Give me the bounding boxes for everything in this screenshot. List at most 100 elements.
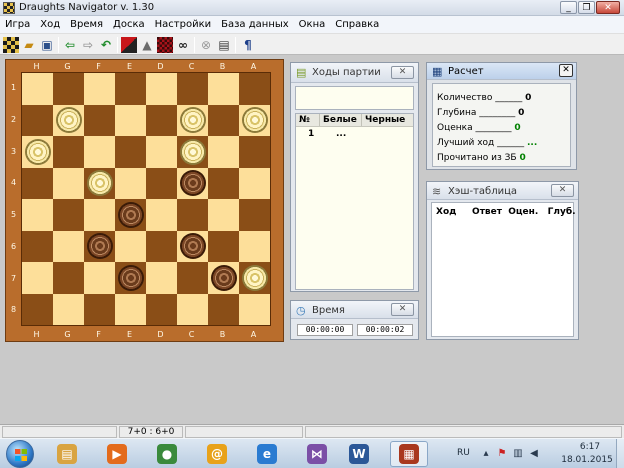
board-square[interactable] xyxy=(22,293,53,325)
forward-icon[interactable]: ⇨ xyxy=(80,37,96,53)
menu-windows[interactable]: Окна xyxy=(294,17,331,33)
board-square[interactable] xyxy=(146,199,177,231)
start-button[interactable] xyxy=(6,440,34,468)
taskbar-media-player[interactable]: ▶ xyxy=(98,441,136,467)
board-square[interactable] xyxy=(177,136,208,168)
board-square[interactable] xyxy=(84,230,115,262)
board-square[interactable] xyxy=(208,73,239,105)
board-square[interactable] xyxy=(208,167,239,199)
taskbar-word[interactable]: W xyxy=(340,441,378,467)
board-square[interactable] xyxy=(53,104,84,136)
white-piece[interactable] xyxy=(179,107,206,134)
time-panel-close-button[interactable]: ✕ xyxy=(391,303,414,316)
close-button[interactable]: ✕ xyxy=(596,1,620,14)
board-square[interactable] xyxy=(177,230,208,262)
board-square[interactable] xyxy=(239,230,270,262)
taskbar-internet-explorer[interactable]: e xyxy=(248,441,286,467)
board-square[interactable] xyxy=(84,262,115,294)
taskbar-visual-studio[interactable]: ⋈ xyxy=(298,441,336,467)
menu-help[interactable]: Справка xyxy=(330,17,384,33)
board-square[interactable] xyxy=(146,262,177,294)
taskbar-mail-agent[interactable]: @ xyxy=(198,441,236,467)
board-square[interactable] xyxy=(22,167,53,199)
board-square[interactable] xyxy=(208,230,239,262)
board-square[interactable] xyxy=(53,262,84,294)
board-square[interactable] xyxy=(208,293,239,325)
board-square[interactable] xyxy=(22,199,53,231)
white-piece[interactable] xyxy=(241,264,268,291)
board-square[interactable] xyxy=(53,293,84,325)
board-square[interactable] xyxy=(115,73,146,105)
board-square[interactable] xyxy=(84,167,115,199)
board-square[interactable] xyxy=(208,136,239,168)
black-piece[interactable] xyxy=(210,264,237,291)
board-square[interactable] xyxy=(146,230,177,262)
black-piece[interactable] xyxy=(86,233,113,260)
white-piece[interactable] xyxy=(179,138,206,165)
white-piece[interactable] xyxy=(24,138,51,165)
board-square[interactable] xyxy=(239,167,270,199)
board-square[interactable] xyxy=(115,136,146,168)
binoculars-icon[interactable]: ∞ xyxy=(175,37,191,53)
board-square[interactable] xyxy=(115,104,146,136)
new-game-icon[interactable] xyxy=(3,37,19,53)
board-square[interactable] xyxy=(115,167,146,199)
undo-icon[interactable]: ↶ xyxy=(98,37,114,53)
checkers-board[interactable] xyxy=(21,72,271,326)
board-square[interactable] xyxy=(239,262,270,294)
board-square[interactable] xyxy=(22,73,53,105)
black-piece[interactable] xyxy=(179,233,206,260)
save-icon[interactable]: ▣ xyxy=(39,37,55,53)
stop-icon[interactable]: ⊗ xyxy=(198,37,214,53)
board-square[interactable] xyxy=(22,136,53,168)
menu-board[interactable]: Доска xyxy=(108,17,150,33)
board-square[interactable] xyxy=(146,136,177,168)
board-square[interactable] xyxy=(53,199,84,231)
taskbar-draughts-navigator[interactable]: ▦ xyxy=(390,441,428,467)
menu-game[interactable]: Игра xyxy=(0,17,35,33)
clock-date[interactable]: 18.01.2015 xyxy=(560,455,614,465)
board-square[interactable] xyxy=(84,104,115,136)
board-square[interactable] xyxy=(84,293,115,325)
board-square[interactable] xyxy=(146,73,177,105)
board-square[interactable] xyxy=(84,136,115,168)
menu-move[interactable]: Ход xyxy=(35,17,65,33)
board-square[interactable] xyxy=(146,293,177,325)
move-comment-area[interactable] xyxy=(295,86,414,110)
board-square[interactable] xyxy=(53,167,84,199)
network-icon[interactable]: ▥ xyxy=(512,448,524,460)
table-row[interactable]: 1 ... xyxy=(296,128,413,141)
taskbar-chrome[interactable]: ● xyxy=(148,441,186,467)
board-square[interactable] xyxy=(146,104,177,136)
menu-database[interactable]: База данных xyxy=(216,17,294,33)
board-square[interactable] xyxy=(239,136,270,168)
board-square[interactable] xyxy=(177,167,208,199)
board-square[interactable] xyxy=(84,73,115,105)
board-square[interactable] xyxy=(239,199,270,231)
board-square[interactable] xyxy=(115,262,146,294)
board-square[interactable] xyxy=(115,199,146,231)
moves-panel-close-button[interactable]: ✕ xyxy=(391,66,414,79)
show-desktop-button[interactable] xyxy=(616,439,624,468)
board-square[interactable] xyxy=(22,230,53,262)
white-piece[interactable] xyxy=(241,107,268,134)
black-piece[interactable] xyxy=(117,201,144,228)
white-piece[interactable] xyxy=(86,170,113,197)
tray-overflow-icon[interactable]: ▴ xyxy=(480,448,492,460)
board-square[interactable] xyxy=(208,262,239,294)
board-square[interactable] xyxy=(177,104,208,136)
board-flip-icon[interactable] xyxy=(121,37,137,53)
board-square[interactable] xyxy=(84,199,115,231)
board-square[interactable] xyxy=(115,293,146,325)
volume-icon[interactable]: ◀ xyxy=(528,448,540,460)
menu-time[interactable]: Время xyxy=(65,17,108,33)
board-square[interactable] xyxy=(115,230,146,262)
board-square[interactable] xyxy=(53,73,84,105)
black-piece[interactable] xyxy=(117,264,144,291)
board-square[interactable] xyxy=(177,73,208,105)
taskbar-explorer[interactable]: ▤ xyxy=(48,441,86,467)
board-square[interactable] xyxy=(208,199,239,231)
board-square[interactable] xyxy=(22,262,53,294)
board-square[interactable] xyxy=(177,199,208,231)
board-square[interactable] xyxy=(177,293,208,325)
